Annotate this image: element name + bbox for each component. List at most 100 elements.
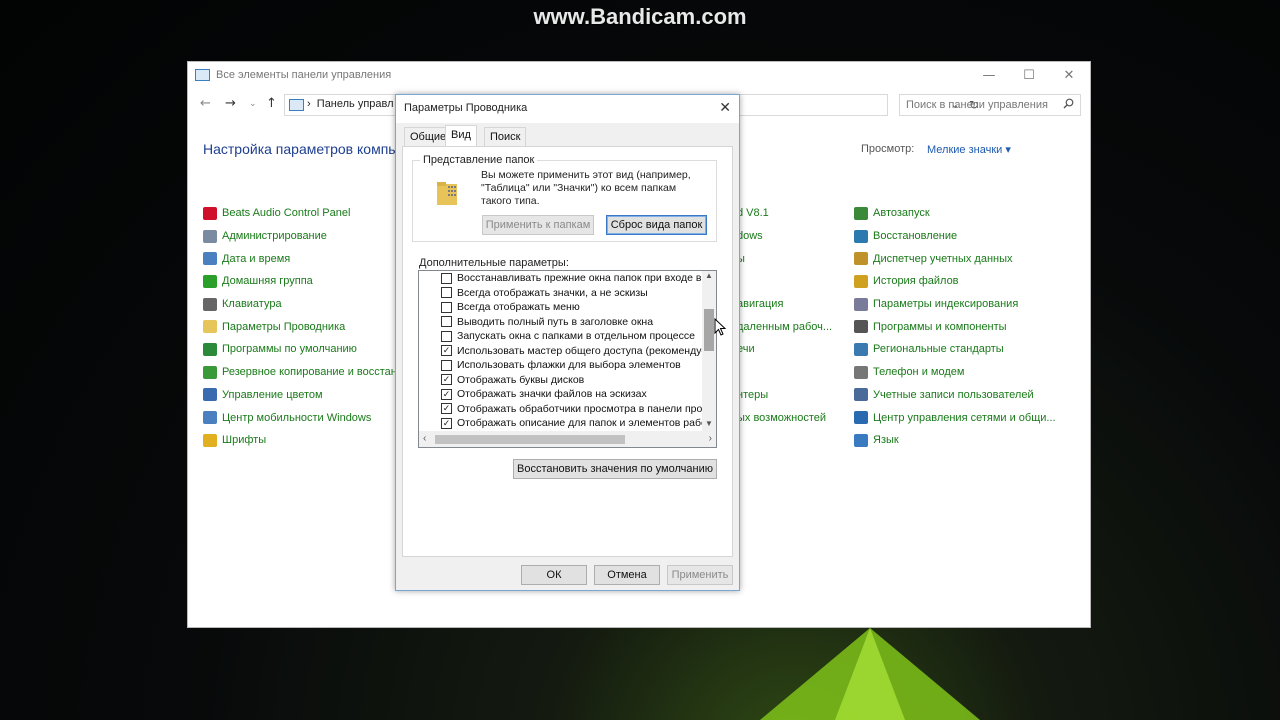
scroll-up-icon[interactable]: ▲ [705,271,713,280]
tab-view[interactable]: Вид [445,125,477,148]
control-panel-item[interactable]: Дата и время [203,247,406,270]
checkbox-unchecked[interactable] [441,359,452,371]
control-panel-item[interactable]: Управление цветом [203,384,406,407]
control-panel-item-label: Язык [873,434,899,447]
advanced-setting-label: Отображать значки файлов на эскизах [457,388,647,401]
control-panel-item[interactable]: Региональные стандарты [854,338,1056,361]
control-panel-item[interactable] [737,270,832,293]
vertical-scroll-thumb[interactable] [704,309,714,351]
advanced-setting-label: Использовать мастер общего доступа (реко… [457,344,704,357]
control-panel-item[interactable]: ечи [737,338,832,361]
minimize-button[interactable]: — [974,66,1004,86]
advanced-setting-item[interactable]: ✓ Использовать мастер общего доступа (рек… [419,344,704,359]
checkbox-checked[interactable]: ✓ [441,417,452,429]
autoplay-icon [854,206,868,220]
control-panel-item[interactable]: Восстановление [854,225,1056,248]
default-programs-icon [203,342,217,356]
maximize-button[interactable]: ☐ [1014,66,1044,86]
horizontal-scroll-thumb[interactable] [435,435,625,444]
checkbox-unchecked[interactable] [441,316,452,328]
advanced-setting-item[interactable]: ✓ Отображать буквы дисков [419,373,704,388]
scroll-right-icon[interactable]: › [709,433,712,444]
control-panel-item[interactable]: d V8.1 [737,202,832,225]
checkbox-checked[interactable]: ✓ [441,403,452,415]
recent-locations-icon[interactable]: ⌄ [249,99,257,109]
items-column-3: Автозапуск Восстановление Диспетчер учетны… [854,202,1056,452]
checkbox-checked[interactable]: ✓ [441,388,452,400]
checkbox-unchecked[interactable] [441,287,452,299]
clock-icon [203,252,217,266]
advanced-setting-item[interactable]: Выводить полный путь в заголовке окна [419,315,704,330]
scroll-down-icon[interactable]: ▼ [705,419,713,428]
search-icon[interactable] [1063,98,1074,109]
control-panel-item[interactable]: Автозапуск [854,202,1056,225]
control-panel-item[interactable]: Клавиатура [203,293,406,316]
control-panel-item[interactable]: нтеры [737,384,832,407]
control-panel-item[interactable]: Администрирование [203,225,406,248]
forward-arrow-icon[interactable]: → [225,96,236,111]
advanced-setting-item[interactable]: ✓ Отображать описание для папок и элемент… [419,416,704,431]
advanced-setting-item[interactable]: Всегда отображать меню [419,300,704,315]
advanced-setting-item[interactable]: Всегда отображать значки, а не эскизы [419,286,704,301]
credential-manager-icon [854,252,868,266]
control-panel-item[interactable]: Параметры индексирования [854,293,1056,316]
control-panel-item[interactable] [737,361,832,384]
advanced-setting-item[interactable]: Запускать окна с папками в отдельном про… [419,329,704,344]
language-icon [854,433,868,447]
folder-views-description: Вы можете применить этот вид (например, … [481,169,691,207]
ok-button[interactable]: ОК [521,565,587,585]
checkbox-unchecked[interactable] [441,272,452,284]
restore-defaults-button[interactable]: Восстановить значения по умолчанию [513,459,717,479]
apply-to-folders-button[interactable]: Применить к папкам [482,215,594,235]
control-panel-item[interactable]: Язык [854,429,1056,452]
control-panel-item[interactable]: авигация [737,293,832,316]
control-panel-item-label: Автозапуск [873,207,930,220]
up-arrow-icon[interactable]: ↑ [266,96,277,111]
control-panel-item[interactable]: Шрифты [203,429,406,452]
checkbox-unchecked[interactable] [441,330,452,342]
control-panel-item[interactable]: ых возможностей [737,406,832,429]
advanced-setting-label: Отображать буквы дисков [457,373,585,386]
control-panel-item[interactable]: даленным рабоч... [737,315,832,338]
horizontal-scrollbar[interactable]: ‹ › [419,431,716,447]
advanced-setting-item[interactable]: Восстанавливать прежние окна папок при в… [419,271,704,286]
control-panel-item[interactable]: Программы по умолчанию [203,338,406,361]
reset-folders-button[interactable]: Сброс вида папок [606,215,707,235]
mouse-cursor-icon [714,318,726,336]
control-panel-item-label: Параметры Проводника [222,320,346,333]
control-panel-item-label: авигация [737,298,784,311]
cancel-button[interactable]: Отмена [594,565,660,585]
back-arrow-icon[interactable]: ← [200,96,211,111]
control-panel-item[interactable]: Центр управления сетями и общи... [854,406,1056,429]
checkbox-checked[interactable]: ✓ [441,374,452,386]
vertical-scrollbar[interactable]: ▲ ▼ [702,271,716,431]
control-panel-item[interactable]: Домашняя группа [203,270,406,293]
control-panel-item[interactable]: dows [737,225,832,248]
phone-modem-icon [854,365,868,379]
apply-button[interactable]: Применить [667,565,733,585]
control-panel-item[interactable]: Телефон и модем [854,361,1056,384]
control-panel-item[interactable]: Центр мобильности Windows [203,406,406,429]
control-panel-item[interactable]: Beats Audio Control Panel [203,202,406,225]
control-panel-item[interactable]: Программы и компоненты [854,315,1056,338]
control-panel-item[interactable]: Резервное копирование и восстан... [203,361,406,384]
advanced-settings-list[interactable]: Восстанавливать прежние окна папок при в… [418,270,717,448]
control-panel-item[interactable]: ы [737,247,832,270]
advanced-setting-item[interactable]: Использовать флажки для выбора элементов [419,358,704,373]
control-panel-item[interactable]: Параметры Проводника [203,315,406,338]
control-panel-item[interactable]: Учетные записи пользователей [854,384,1056,407]
advanced-setting-item[interactable]: ✓ Отображать значки файлов на эскизах [419,387,704,402]
control-panel-item-label: Администрирование [222,230,327,243]
checkbox-unchecked[interactable] [441,301,452,313]
view-mode-dropdown[interactable]: Мелкие значки ▾ [927,143,1011,156]
checkbox-checked[interactable]: ✓ [441,345,452,357]
tab-search[interactable]: Поиск [484,127,527,147]
scroll-left-icon[interactable]: ‹ [423,433,426,444]
dialog-close-icon[interactable]: ✕ [719,99,731,116]
control-panel-item[interactable]: Диспетчер учетных данных [854,247,1056,270]
search-input[interactable]: Поиск в панели управления [899,94,1081,116]
control-panel-item[interactable]: История файлов [854,270,1056,293]
close-button[interactable]: ✕ [1054,66,1084,86]
advanced-setting-item[interactable]: ✓ Отображать обработчики просмотра в пане… [419,402,704,417]
view-label: Просмотр: [861,143,915,155]
